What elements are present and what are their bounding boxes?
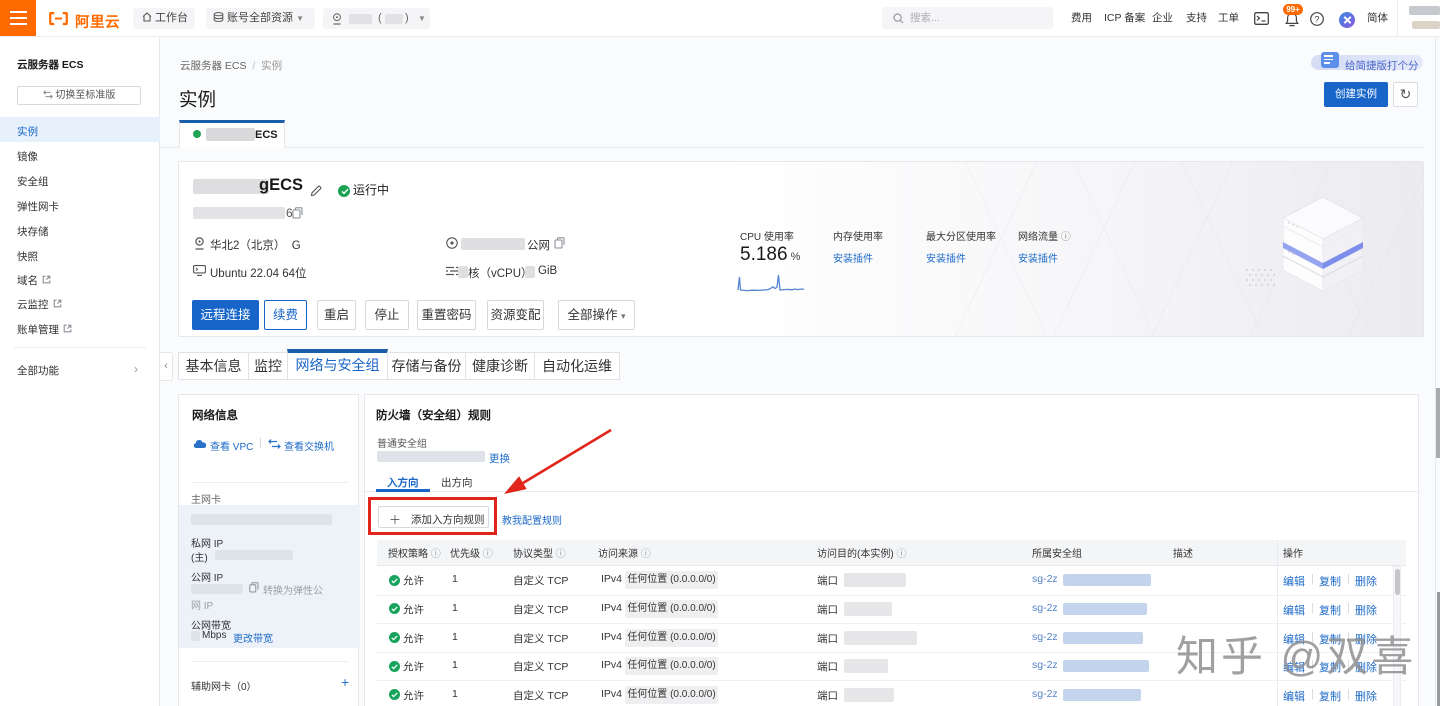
svg-text:?: ? (1314, 14, 1319, 24)
